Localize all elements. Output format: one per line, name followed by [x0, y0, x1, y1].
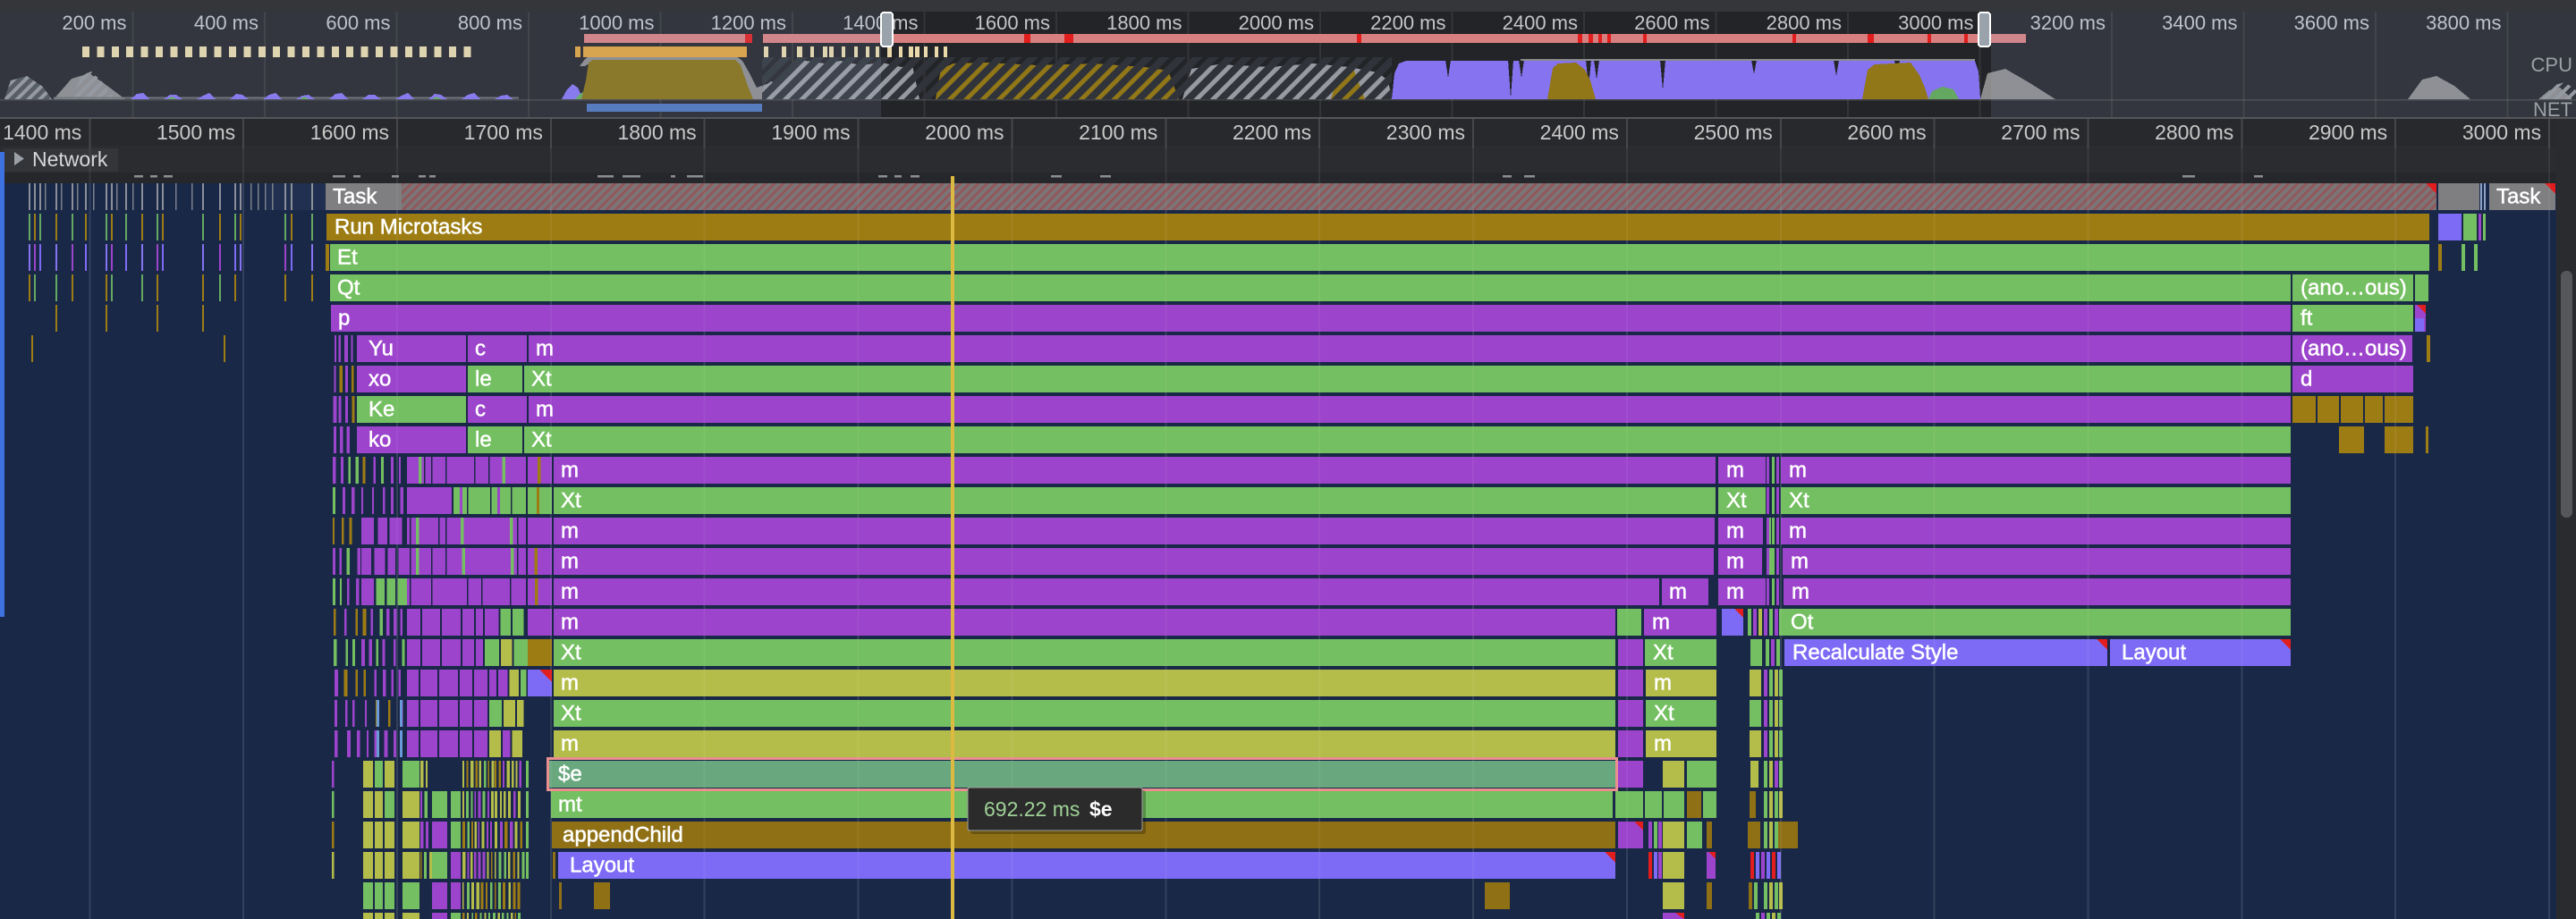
svg-text:2300 ms: 2300 ms: [1386, 121, 1465, 144]
svg-text:1700 ms: 1700 ms: [464, 121, 543, 144]
svg-text:Et: Et: [337, 246, 358, 270]
svg-text:m: m: [561, 732, 579, 756]
svg-text:2500 ms: 2500 ms: [1694, 121, 1773, 144]
svg-text:1800 ms: 1800 ms: [617, 121, 696, 144]
svg-text:3000 ms: 3000 ms: [1898, 12, 1973, 34]
svg-text:appendChild: appendChild: [563, 823, 683, 847]
svg-text:1500 ms: 1500 ms: [157, 121, 235, 144]
svg-text:Task: Task: [2496, 185, 2541, 209]
svg-text:Xt: Xt: [531, 367, 552, 392]
svg-text:Ot: Ot: [1791, 611, 1814, 635]
svg-text:2100 ms: 2100 ms: [1079, 121, 1157, 144]
svg-text:2400 ms: 2400 ms: [1503, 12, 1578, 34]
svg-text:2700 ms: 2700 ms: [2001, 121, 2080, 144]
svg-text:1600 ms: 1600 ms: [310, 121, 389, 144]
svg-text:c: c: [475, 337, 486, 361]
svg-text:Xt: Xt: [561, 641, 581, 665]
svg-text:2400 ms: 2400 ms: [1540, 121, 1619, 144]
svg-text:m: m: [1792, 580, 1809, 604]
svg-text:m: m: [1652, 611, 1670, 635]
svg-text:1600 ms: 1600 ms: [975, 12, 1050, 34]
svg-text:692.22 ms: 692.22 ms: [984, 797, 1080, 821]
svg-text:2600 ms: 2600 ms: [1847, 121, 1926, 144]
svg-text:2900 ms: 2900 ms: [2309, 121, 2387, 144]
svg-text:CPU: CPU: [2531, 54, 2572, 76]
svg-text:Xt: Xt: [561, 702, 581, 726]
svg-text:m: m: [1726, 459, 1744, 483]
svg-text:le: le: [475, 367, 492, 392]
svg-text:Xt: Xt: [1726, 489, 1747, 513]
svg-text:2200 ms: 2200 ms: [1370, 12, 1445, 34]
svg-text:Run Microtasks: Run Microtasks: [335, 215, 482, 240]
svg-text:2600 ms: 2600 ms: [1634, 12, 1709, 34]
svg-text:2800 ms: 2800 ms: [1767, 12, 1842, 34]
svg-text:m: m: [561, 671, 579, 696]
svg-text:Xt: Xt: [1789, 489, 1809, 513]
svg-text:Task: Task: [333, 185, 377, 209]
svg-text:m: m: [1726, 550, 1744, 574]
svg-text:m: m: [1789, 519, 1807, 544]
svg-text:m: m: [561, 580, 579, 604]
svg-text:m: m: [1789, 459, 1807, 483]
svg-text:m: m: [1654, 671, 1672, 696]
svg-text:Network: Network: [32, 148, 108, 171]
svg-text:$e: $e: [558, 763, 582, 787]
svg-text:1800 ms: 1800 ms: [1106, 12, 1182, 34]
svg-text:2000 ms: 2000 ms: [1239, 12, 1314, 34]
svg-text:Ke: Ke: [369, 398, 394, 422]
svg-text:(ano…ous): (ano…ous): [2301, 337, 2407, 361]
svg-text:Xt: Xt: [1653, 641, 1674, 665]
svg-text:Qt: Qt: [337, 276, 360, 300]
svg-text:m: m: [561, 550, 579, 574]
svg-text:Xt: Xt: [1654, 702, 1674, 726]
svg-text:le: le: [475, 428, 492, 452]
svg-text:ft: ft: [2301, 307, 2313, 331]
svg-text:3000 ms: 3000 ms: [2462, 121, 2541, 144]
svg-text:$e: $e: [1089, 797, 1113, 821]
svg-text:2800 ms: 2800 ms: [2155, 121, 2233, 144]
svg-text:1400 ms: 1400 ms: [3, 121, 81, 144]
svg-text:m: m: [1669, 580, 1687, 604]
svg-text:Xt: Xt: [561, 489, 581, 513]
svg-text:xo: xo: [369, 367, 391, 392]
svg-text:c: c: [475, 398, 486, 422]
svg-text:m: m: [561, 611, 579, 635]
svg-text:m: m: [1726, 519, 1744, 544]
svg-text:m: m: [561, 459, 579, 483]
svg-text:m: m: [1726, 580, 1744, 604]
svg-text:m: m: [561, 519, 579, 544]
svg-text:Xt: Xt: [531, 428, 552, 452]
svg-text:d: d: [2301, 367, 2312, 392]
svg-text:ko: ko: [369, 428, 391, 452]
svg-text:mt: mt: [558, 793, 582, 817]
svg-text:m: m: [1791, 550, 1809, 574]
svg-text:m: m: [1654, 732, 1672, 756]
svg-text:1900 ms: 1900 ms: [771, 121, 850, 144]
svg-text:2000 ms: 2000 ms: [925, 121, 1004, 144]
svg-text:(ano…ous): (ano…ous): [2301, 276, 2407, 300]
svg-text:Yu: Yu: [369, 337, 394, 361]
svg-text:p: p: [338, 307, 350, 331]
svg-text:Layout: Layout: [2122, 641, 2186, 665]
svg-text:2200 ms: 2200 ms: [1233, 121, 1311, 144]
svg-text:Layout: Layout: [570, 854, 634, 878]
